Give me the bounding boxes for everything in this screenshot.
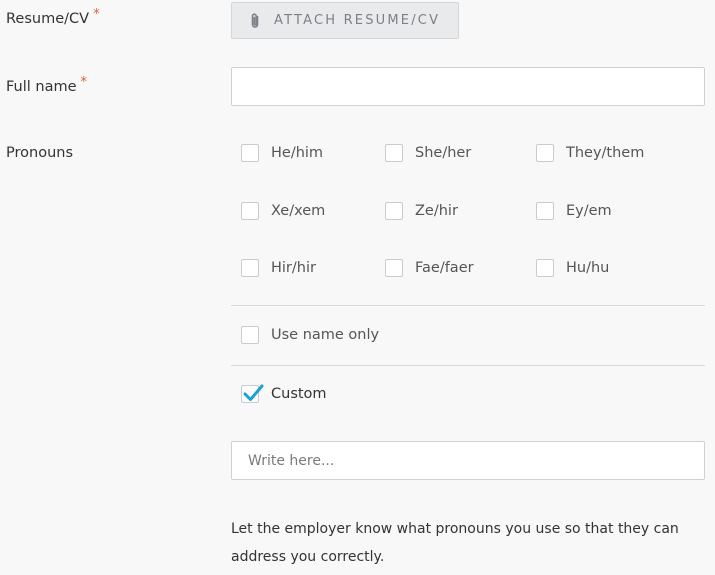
pronoun-option-they-them[interactable]: They/them [536,144,644,162]
pronoun-option-hir-hir[interactable]: Hir/hir [241,259,316,277]
pronoun-option-she-her[interactable]: She/her [385,144,471,162]
pronoun-option-xe-xem[interactable]: Xe/xem [241,202,325,220]
custom-pronouns-input[interactable] [231,441,705,480]
resume-label: Resume/CV * [6,7,100,27]
checkbox-box[interactable] [385,144,403,162]
pronoun-option-ey-em[interactable]: Ey/em [536,202,612,220]
pronoun-option-label: Xe/xem [271,203,326,219]
custom-checkbox[interactable]: Custom [241,384,327,403]
pronouns-label: Pronouns [6,145,73,161]
full-name-input[interactable] [231,67,705,106]
use-name-only-label: Use name only [271,327,380,343]
pronoun-option-fae-faer[interactable]: Fae/faer [385,259,474,277]
checkbox-box[interactable] [241,384,264,403]
paperclip-icon [251,12,259,28]
required-asterisk: * [80,75,88,90]
pronoun-divider [231,365,705,366]
checkbox-box[interactable] [536,259,554,277]
pronoun-divider [231,305,705,306]
checkbox-box[interactable] [241,144,259,162]
pronoun-option-label: Hir/hir [271,260,316,276]
required-asterisk: * [93,7,100,22]
pronoun-option-label: He/him [271,145,324,161]
checkbox-box[interactable] [536,202,554,220]
checkbox-box[interactable] [385,259,403,277]
attach-resume-button[interactable]: ATTACH RESUME/CV [231,2,459,39]
checkbox-box[interactable] [241,202,259,220]
checkbox-box[interactable] [385,202,403,220]
pronouns-help-text: Let the employer know what pronouns you … [231,521,679,565]
pronoun-option-label: Hu/hu [566,260,610,276]
pronoun-option-label: She/her [415,145,472,161]
full-name-label: Full name * [6,75,87,95]
pronoun-option-he-him[interactable]: He/him [241,144,323,162]
pronoun-option-label: They/them [566,145,645,161]
pronoun-option-label: Ze/hir [415,203,458,219]
checkbox-box[interactable] [536,144,554,162]
resume-label-text: Resume/CV [6,11,90,27]
pronoun-option-label: Ey/em [566,203,612,219]
pronoun-option-ze-hir[interactable]: Ze/hir [385,202,458,220]
checkbox-box[interactable] [241,326,259,344]
use-name-only-checkbox[interactable]: Use name only [241,326,379,344]
attach-resume-label: ATTACH RESUME/CV [274,13,441,28]
pronoun-option-label: Fae/faer [415,260,474,276]
full-name-label-text: Full name [6,79,77,95]
custom-label: Custom [271,386,327,402]
checkbox-box[interactable] [241,259,259,277]
pronoun-option-hu-hu[interactable]: Hu/hu [536,259,609,277]
checkmark-icon [243,384,264,401]
